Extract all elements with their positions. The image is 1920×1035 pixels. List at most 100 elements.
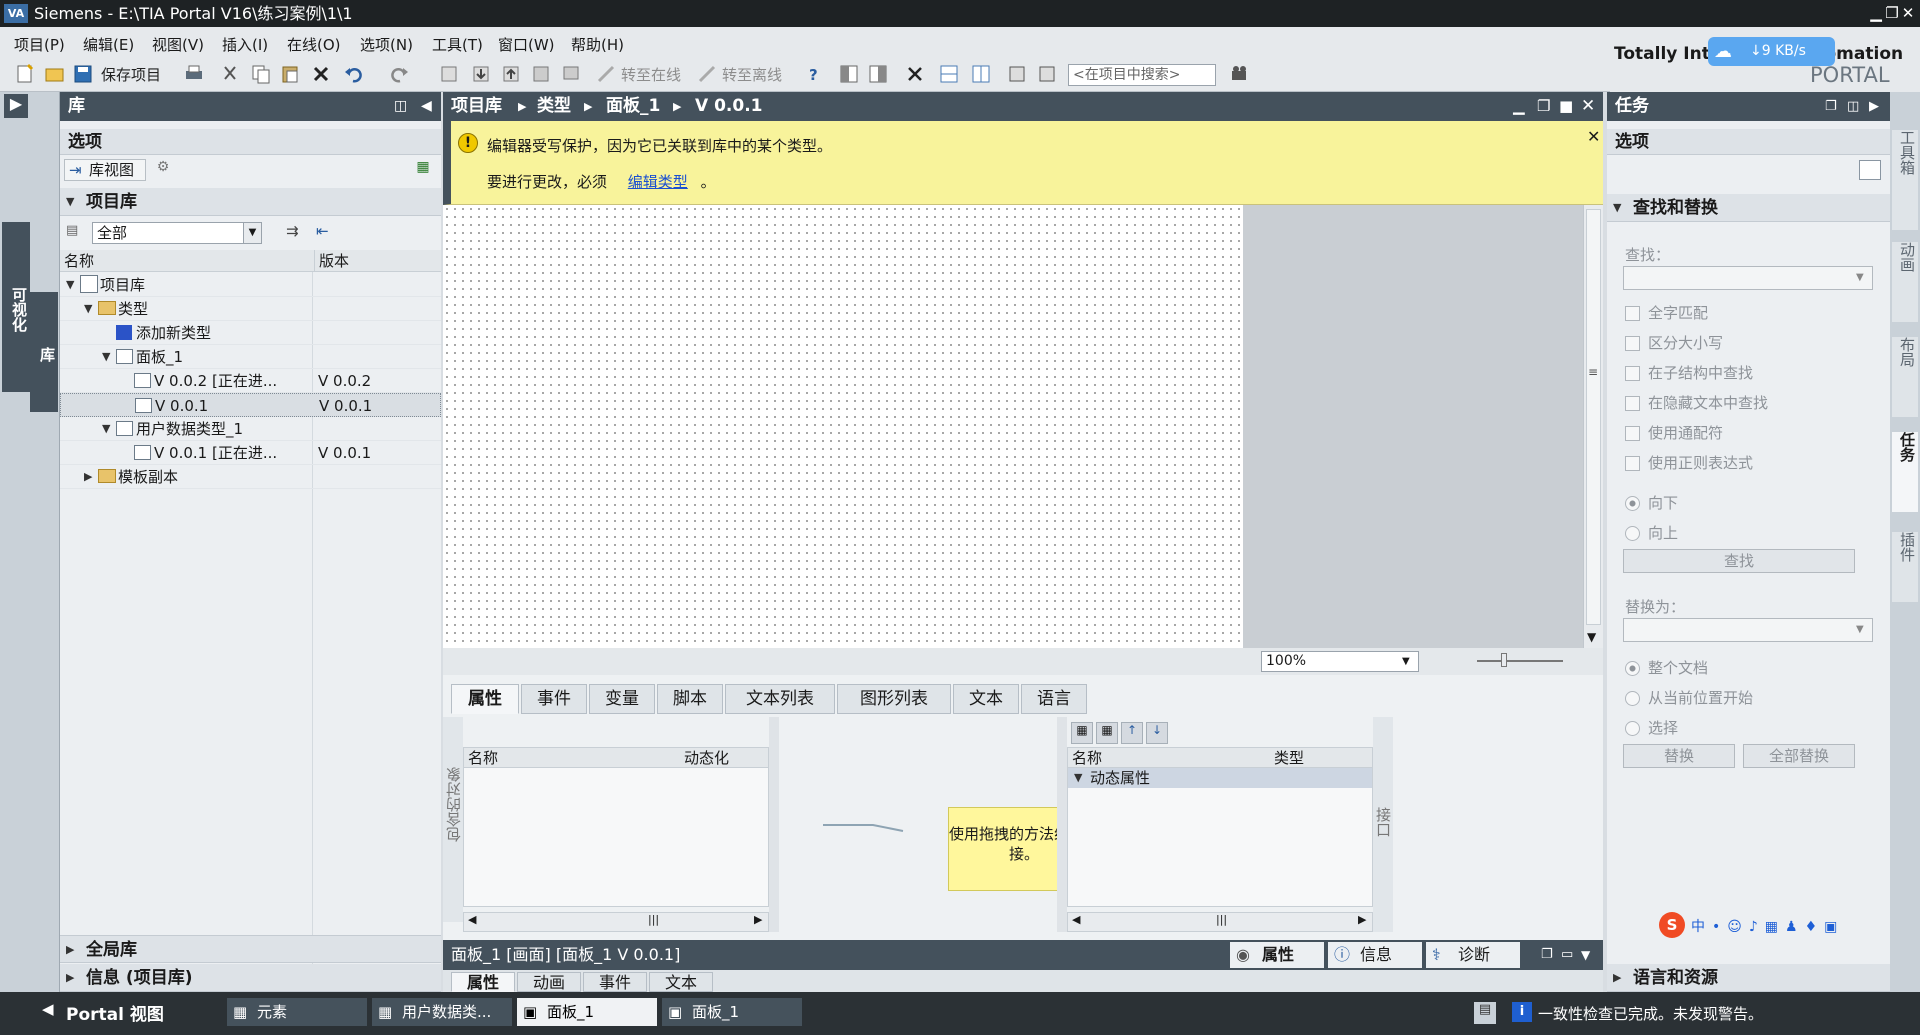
breadcrumb-item[interactable]: V 0.0.1 xyxy=(695,92,762,121)
radio-icon[interactable] xyxy=(1625,721,1640,736)
split-right-icon[interactable] xyxy=(867,63,889,85)
move-up-icon[interactable]: ↑ xyxy=(1121,722,1143,744)
tab-visualization[interactable]: 可视化 xyxy=(2,222,30,392)
checkbox-icon[interactable] xyxy=(1625,426,1640,441)
splitter[interactable] xyxy=(1057,717,1067,932)
checkbox-icon[interactable] xyxy=(1625,396,1640,411)
minimize-icon[interactable]: ▁ xyxy=(1513,92,1525,121)
panel-float-icon[interactable]: ◫ xyxy=(1847,92,1859,121)
split-left-icon[interactable] xyxy=(838,63,860,85)
expand-icon[interactable]: ▶ xyxy=(1613,964,1621,992)
upload-icon[interactable] xyxy=(500,63,522,85)
expand-icon[interactable]: ▼ xyxy=(66,273,74,297)
go-offline-button[interactable]: 转至离线 xyxy=(722,64,782,85)
save-icon[interactable] xyxy=(72,63,94,85)
menu-edit[interactable]: 编辑(E) xyxy=(83,34,134,55)
radio-from-current[interactable]: 从当前位置开始 xyxy=(1625,687,1753,708)
chevron-down-icon[interactable]: ▼ xyxy=(1402,652,1410,671)
split-horizontal-icon[interactable] xyxy=(938,63,960,85)
radio-whole-document[interactable]: 整个文档 xyxy=(1625,657,1708,678)
tree-row[interactable]: 添加新类型 xyxy=(60,321,441,345)
expand-arrow-icon[interactable]: ▶ xyxy=(4,94,28,118)
close-icon[interactable]: ✕ xyxy=(1581,92,1595,121)
tree-row[interactable]: ▼ 面板_1 xyxy=(60,345,441,369)
expand-icon[interactable]: ▶ xyxy=(66,936,74,964)
download-icon[interactable] xyxy=(470,63,492,85)
radio-icon[interactable] xyxy=(1625,691,1640,706)
export-icon[interactable]: ⇉ xyxy=(286,222,299,240)
menu-insert[interactable]: 插入(I) xyxy=(222,34,268,55)
maximize-icon[interactable]: ■ xyxy=(1559,92,1573,121)
radio-up[interactable]: 向上 xyxy=(1625,522,1678,543)
undo-icon[interactable] xyxy=(343,63,365,85)
chevron-down-icon[interactable]: ▼ xyxy=(1856,267,1864,289)
checkbox-substructures[interactable]: 在子结构中查找 xyxy=(1625,362,1753,383)
checkbox-regex[interactable]: 使用正则表达式 xyxy=(1625,452,1753,473)
radio-down[interactable]: 向下 xyxy=(1625,492,1678,513)
open-library-icon[interactable]: ▦ xyxy=(412,159,434,181)
import-icon[interactable]: ⇤ xyxy=(316,222,329,240)
zoom-select[interactable]: 100% ▼ xyxy=(1261,651,1419,672)
collapse-left-icon[interactable]: ◀ xyxy=(421,92,432,121)
checkbox-whole-word[interactable]: 全字匹配 xyxy=(1625,302,1708,323)
checkbox-icon[interactable] xyxy=(1625,456,1640,471)
task-elements[interactable]: ▦ 元素 xyxy=(227,998,367,1026)
expand-icon[interactable]: ▼ xyxy=(102,345,110,369)
zoom-slider-thumb[interactable] xyxy=(1501,653,1507,667)
paste-icon[interactable] xyxy=(279,63,301,85)
tab-layout[interactable]: 布局 xyxy=(1892,337,1918,417)
breadcrumb-item[interactable]: 项目库 xyxy=(451,92,502,121)
print-icon[interactable] xyxy=(183,63,205,85)
scroll-left-icon[interactable]: ◀ xyxy=(468,913,476,926)
search-input[interactable]: <在项目中搜索> xyxy=(1068,64,1216,86)
expand-icon[interactable]: ▼ xyxy=(1074,768,1082,788)
scroll-right-icon[interactable]: ▶ xyxy=(754,913,762,926)
info-section[interactable]: ▶ 信息 (项目库) xyxy=(60,964,441,992)
help-icon[interactable]: ? xyxy=(806,63,828,85)
tab-properties-pane[interactable]: ◉ 属性 xyxy=(1230,942,1324,968)
dynamic-properties-row[interactable]: ▼ 动态属性 xyxy=(1068,768,1372,788)
menu-tools[interactable]: 工具(T) xyxy=(432,34,483,55)
task-faceplate-active[interactable]: ▣ 面板_1 xyxy=(517,998,657,1026)
collapse-right-icon[interactable]: ▶ xyxy=(1869,92,1879,121)
checkbox-match-case[interactable]: 区分大小写 xyxy=(1625,332,1723,353)
screen-canvas[interactable] xyxy=(443,205,1243,648)
tab-texts[interactable]: 文本 xyxy=(953,684,1019,714)
tab-props-bottom[interactable]: 属性 xyxy=(451,972,515,992)
compare-icon[interactable] xyxy=(1036,63,1058,85)
tab-events-bottom[interactable]: 事件 xyxy=(583,972,647,992)
tab-diagnostics-pane[interactable]: ⚕ 诊断 xyxy=(1426,942,1520,968)
tab-animation-bottom[interactable]: 动画 xyxy=(517,972,581,992)
accessible-devices-icon[interactable] xyxy=(560,63,582,85)
remove-property-icon[interactable]: ▦ xyxy=(1096,722,1118,744)
task-user-data-type[interactable]: ▦ 用户数据类... xyxy=(372,998,512,1026)
tab-toolbox[interactable]: 工具箱 xyxy=(1892,130,1918,230)
close-editor-icon[interactable] xyxy=(904,63,926,85)
expand-icon[interactable]: ▼ xyxy=(84,297,92,321)
menu-online[interactable]: 在线(O) xyxy=(287,34,341,55)
tree-row-selected[interactable]: V 0.0.1 V 0.0.1 xyxy=(60,393,441,417)
zoom-slider[interactable] xyxy=(1477,660,1563,662)
close-icon[interactable]: ✕ xyxy=(1898,0,1918,27)
cut-icon[interactable] xyxy=(219,63,241,85)
checkbox-hidden-text[interactable]: 在隐藏文本中查找 xyxy=(1625,392,1768,413)
radio-icon[interactable] xyxy=(1625,526,1640,541)
new-project-icon[interactable] xyxy=(14,63,36,85)
go-online-button[interactable]: 转至在线 xyxy=(621,64,681,85)
global-library-section[interactable]: ▶ 全局库 xyxy=(60,935,441,963)
tree-row[interactable]: ▶ 模板副本 xyxy=(60,465,441,489)
menu-help[interactable]: 帮助(H) xyxy=(571,34,624,55)
checkbox-wildcards[interactable]: 使用通配符 xyxy=(1625,422,1723,443)
add-property-icon[interactable]: ▦ xyxy=(1071,722,1093,744)
checkbox-icon[interactable] xyxy=(1625,306,1640,321)
tree-row[interactable]: ▼ 用户数据类型_1 xyxy=(60,417,441,441)
search-project-icon[interactable] xyxy=(1228,63,1250,85)
library-tool-icon[interactable]: ⚙ xyxy=(152,159,174,181)
scroll-right-icon[interactable]: ▶ xyxy=(1358,913,1366,926)
checkbox-icon[interactable] xyxy=(1625,366,1640,381)
horizontal-scrollbar[interactable]: ◀ ||| ▶ xyxy=(1067,912,1373,932)
compile-icon[interactable] xyxy=(438,63,460,85)
float-icon[interactable]: ❐ xyxy=(1541,940,1553,970)
menu-window[interactable]: 窗口(W) xyxy=(498,34,555,55)
project-library-section[interactable]: ▼ 项目库 xyxy=(60,188,441,216)
